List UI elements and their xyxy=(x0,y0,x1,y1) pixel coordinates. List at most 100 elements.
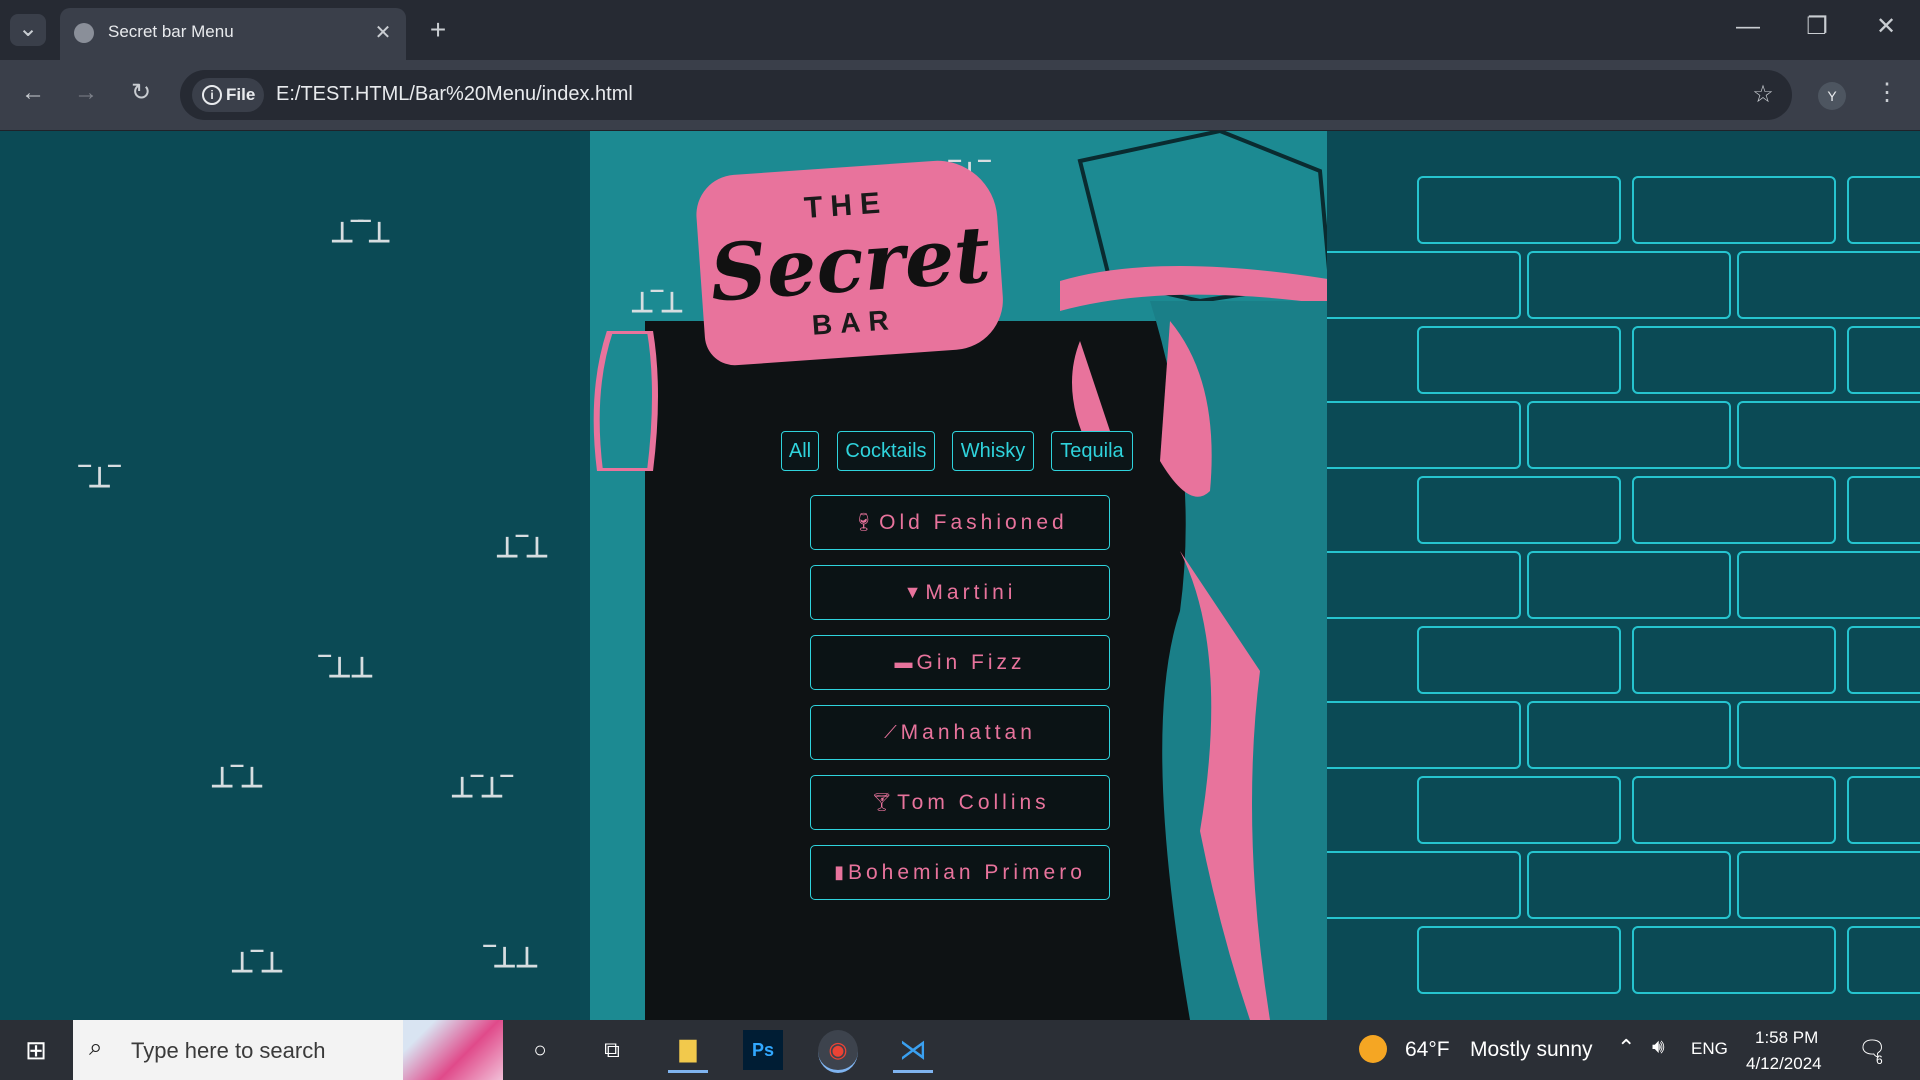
windows-start-icon[interactable]: ⊞ xyxy=(16,1030,56,1070)
brick xyxy=(1417,776,1621,844)
brick xyxy=(1417,926,1621,994)
task-view-icon[interactable]: ⧉ xyxy=(592,1030,632,1070)
menu-item-old-fashioned[interactable]: 🍷︎ Old Fashioned xyxy=(810,495,1110,550)
brick xyxy=(1632,626,1836,694)
volume-icon[interactable]: 🔊︎ xyxy=(1652,1036,1665,1059)
search-icon: ⌕ xyxy=(89,1034,103,1061)
browser-tab[interactable]: Secret bar Menu ✕ xyxy=(60,8,406,60)
clock-date[interactable]: 4/12/2024 xyxy=(1746,1054,1822,1074)
menu-item-label: Old Fashioned xyxy=(879,510,1068,534)
weather-icon xyxy=(1359,1035,1387,1063)
browser-tab-strip: ⌄ Secret bar Menu ✕ + — ❐ ✕ xyxy=(0,0,1920,60)
brick xyxy=(1847,326,1920,394)
url-text: E:/TEST.HTML/Bar%20Menu/index.html xyxy=(276,83,633,105)
tumbler-glass-icon: ▬ xyxy=(894,652,913,672)
minimize-icon[interactable]: — xyxy=(1733,12,1763,42)
close-window-icon[interactable]: ✕ xyxy=(1871,12,1901,42)
brick-wall xyxy=(1327,131,1920,1020)
menu-item-bohemian-primero[interactable]: ▮ Bohemian Primero xyxy=(810,845,1110,900)
brick xyxy=(1737,251,1920,319)
weather-text[interactable]: Mostly sunny xyxy=(1470,1038,1593,1062)
brick xyxy=(1527,251,1731,319)
martini-glass-icon: ▼ xyxy=(903,582,922,602)
brick xyxy=(1327,401,1521,469)
wine-glass-icon: 🍷︎ xyxy=(852,512,876,532)
clock-time[interactable]: 1:58 PM xyxy=(1755,1028,1818,1048)
filter-whisky-button[interactable]: Whisky xyxy=(952,431,1034,471)
brick xyxy=(1527,551,1731,619)
brick xyxy=(1847,476,1920,544)
bird-decoration: ⊥‾⊥ xyxy=(630,287,684,318)
brick xyxy=(1847,776,1920,844)
reload-icon[interactable]: ↻ xyxy=(126,78,156,108)
filter-cocktails-button[interactable]: Cocktails xyxy=(837,431,935,471)
brick xyxy=(1327,701,1521,769)
secret-bar-logo: THE Secret BAR xyxy=(693,156,1007,368)
menu-item-tom-collins[interactable]: 🍸︎ Tom Collins xyxy=(810,775,1110,830)
restore-icon[interactable]: ❐ xyxy=(1802,12,1832,42)
chrome-icon[interactable]: ◉ xyxy=(818,1030,858,1073)
brick xyxy=(1327,851,1521,919)
menu-item-label: Martini xyxy=(925,580,1017,604)
info-icon: i xyxy=(202,85,222,105)
chevron-up-icon[interactable]: ⌃ xyxy=(1617,1035,1635,1061)
bird-decoration: ⊥‾‾⊥ xyxy=(330,217,391,248)
file-explorer-icon[interactable]: ▇ xyxy=(668,1030,708,1073)
taskbar-search-box[interactable]: ⌕ Type here to search xyxy=(73,1020,503,1080)
brick xyxy=(1527,851,1731,919)
bookmark-star-icon[interactable]: ☆ xyxy=(1748,80,1778,110)
cortana-icon[interactable]: ○ xyxy=(520,1030,560,1070)
search-placeholder: Type here to search xyxy=(131,1038,326,1063)
photoshop-icon[interactable]: Ps xyxy=(743,1030,783,1070)
bird-decoration: ⊥‾⊥ xyxy=(495,532,549,563)
notification-count: 6 xyxy=(1876,1053,1883,1067)
menu-kebab-icon[interactable]: ⋮ xyxy=(1872,78,1902,108)
brick xyxy=(1632,176,1836,244)
bottle-icon: ⟋ xyxy=(884,722,897,742)
new-tab-icon[interactable]: + xyxy=(423,15,453,45)
weather-temp[interactable]: 64°F xyxy=(1405,1038,1450,1062)
menu-item-label: Gin Fizz xyxy=(916,650,1026,674)
globe-icon xyxy=(74,23,94,43)
menu-item-label: Manhattan xyxy=(900,720,1036,744)
file-label: File xyxy=(226,85,256,104)
bird-decoration: ⊥‾⊥‾ xyxy=(450,772,511,803)
vscode-icon[interactable]: ⋊ xyxy=(893,1030,933,1073)
tab-search-button[interactable]: ⌄ xyxy=(10,14,46,46)
brick xyxy=(1847,926,1920,994)
windows-taskbar: ⊞ ⌕ Type here to search ○ ⧉ ▇ Ps ◉ ⋊ 64°… xyxy=(0,1020,1920,1080)
brick xyxy=(1527,401,1731,469)
cocktail-citrus-icon: 🍸︎ xyxy=(870,792,894,812)
filter-all-button[interactable]: All xyxy=(781,431,819,471)
brick xyxy=(1632,776,1836,844)
menu-item-label: Tom Collins xyxy=(897,790,1050,814)
menu-item-martini[interactable]: ▼ Martini xyxy=(810,565,1110,620)
address-bar[interactable]: i File E:/TEST.HTML/Bar%20Menu/index.htm… xyxy=(180,70,1792,120)
brick xyxy=(1327,251,1521,319)
forward-icon[interactable]: → xyxy=(71,78,101,108)
menu-item-gin-fizz[interactable]: ▬ Gin Fizz xyxy=(810,635,1110,690)
brick xyxy=(1632,326,1836,394)
brick xyxy=(1737,401,1920,469)
filter-tequila-button[interactable]: Tequila xyxy=(1051,431,1133,471)
brick xyxy=(1527,701,1731,769)
bird-decoration: ‾⊥⊥ xyxy=(485,942,539,973)
brick xyxy=(1632,476,1836,544)
close-tab-icon[interactable]: ✕ xyxy=(368,18,398,48)
menu-item-manhattan[interactable]: ⟋ Manhattan xyxy=(810,705,1110,760)
page-background: ⊥‾‾⊥ ‾⊥‾ ⊥‾⊥ ‾⊥⊥ ⊥‾⊥ ⊥‾⊥‾ ⊥‾⊥ ‾⊥⊥ ⊥‾⊥ ‾⊥… xyxy=(0,131,1920,1020)
brick xyxy=(1417,476,1621,544)
browser-toolbar: ← → ↻ i File E:/TEST.HTML/Bar%20Menu/ind… xyxy=(0,60,1920,131)
profile-avatar[interactable]: Y xyxy=(1818,82,1846,110)
brick xyxy=(1847,626,1920,694)
brick xyxy=(1737,851,1920,919)
brick xyxy=(1847,176,1920,244)
brick xyxy=(1417,176,1621,244)
language-indicator[interactable]: ENG xyxy=(1691,1039,1728,1059)
site-info-chip[interactable]: i File xyxy=(192,78,264,112)
menu-item-label: Bohemian Primero xyxy=(848,860,1086,884)
bird-decoration: ⊥‾⊥ xyxy=(230,947,284,978)
brick xyxy=(1417,326,1621,394)
tab-title: Secret bar Menu xyxy=(108,22,234,41)
back-icon[interactable]: ← xyxy=(18,78,48,108)
